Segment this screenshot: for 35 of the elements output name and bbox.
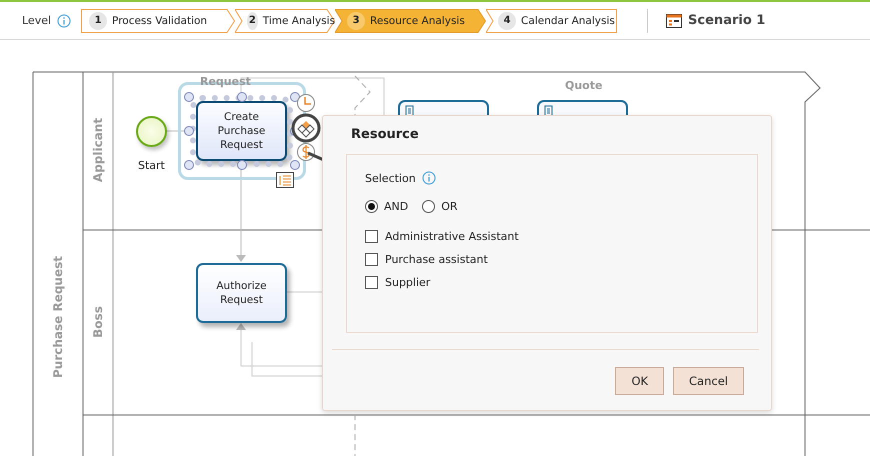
pool-label: Purchase Request xyxy=(51,256,65,378)
dialog-title: Resource xyxy=(351,127,420,144)
checkbox[interactable] xyxy=(365,276,378,289)
start-event[interactable] xyxy=(136,116,167,147)
radio-icon[interactable] xyxy=(422,200,436,213)
level-label: Level xyxy=(22,14,52,27)
info-icon[interactable] xyxy=(422,171,436,185)
checkbox[interactable] xyxy=(365,253,378,266)
script-icon xyxy=(405,105,415,117)
lane-label: Applicant xyxy=(91,118,105,182)
checkbox-label: Administrative Assistant xyxy=(385,230,519,243)
ok-button[interactable]: OK xyxy=(615,367,664,395)
step-tab[interactable]: 3 Resource Analysis xyxy=(335,8,486,32)
step-tab[interactable]: 1 Process Validation xyxy=(81,8,236,32)
scenario-icon xyxy=(666,14,682,28)
step-tab[interactable]: 4 Calendar Analysis xyxy=(486,8,618,32)
start-label: Start xyxy=(138,159,165,172)
dollar-icon[interactable] xyxy=(296,142,316,162)
checkbox[interactable] xyxy=(365,230,378,243)
group-label: Quote xyxy=(565,79,602,92)
script-icon xyxy=(544,105,554,117)
checkbox-label: Supplier xyxy=(385,276,430,289)
document-icon[interactable] xyxy=(276,172,294,188)
operator-radio[interactable]: AND xyxy=(365,200,408,213)
clock-icon[interactable] xyxy=(296,93,316,113)
cancel-button[interactable]: Cancel xyxy=(673,367,744,395)
resource-icon[interactable] xyxy=(291,113,321,143)
task-node[interactable]: Authorize Request xyxy=(196,263,287,323)
selection-label: Selection xyxy=(365,172,416,184)
scenario-title: Scenario 1 xyxy=(688,13,766,28)
checkbox-label: Purchase assistant xyxy=(385,253,488,266)
info-icon[interactable] xyxy=(57,14,72,28)
lane-label: Boss xyxy=(91,306,105,338)
operator-radio[interactable]: OR xyxy=(422,200,458,213)
radio-icon[interactable] xyxy=(365,200,378,213)
